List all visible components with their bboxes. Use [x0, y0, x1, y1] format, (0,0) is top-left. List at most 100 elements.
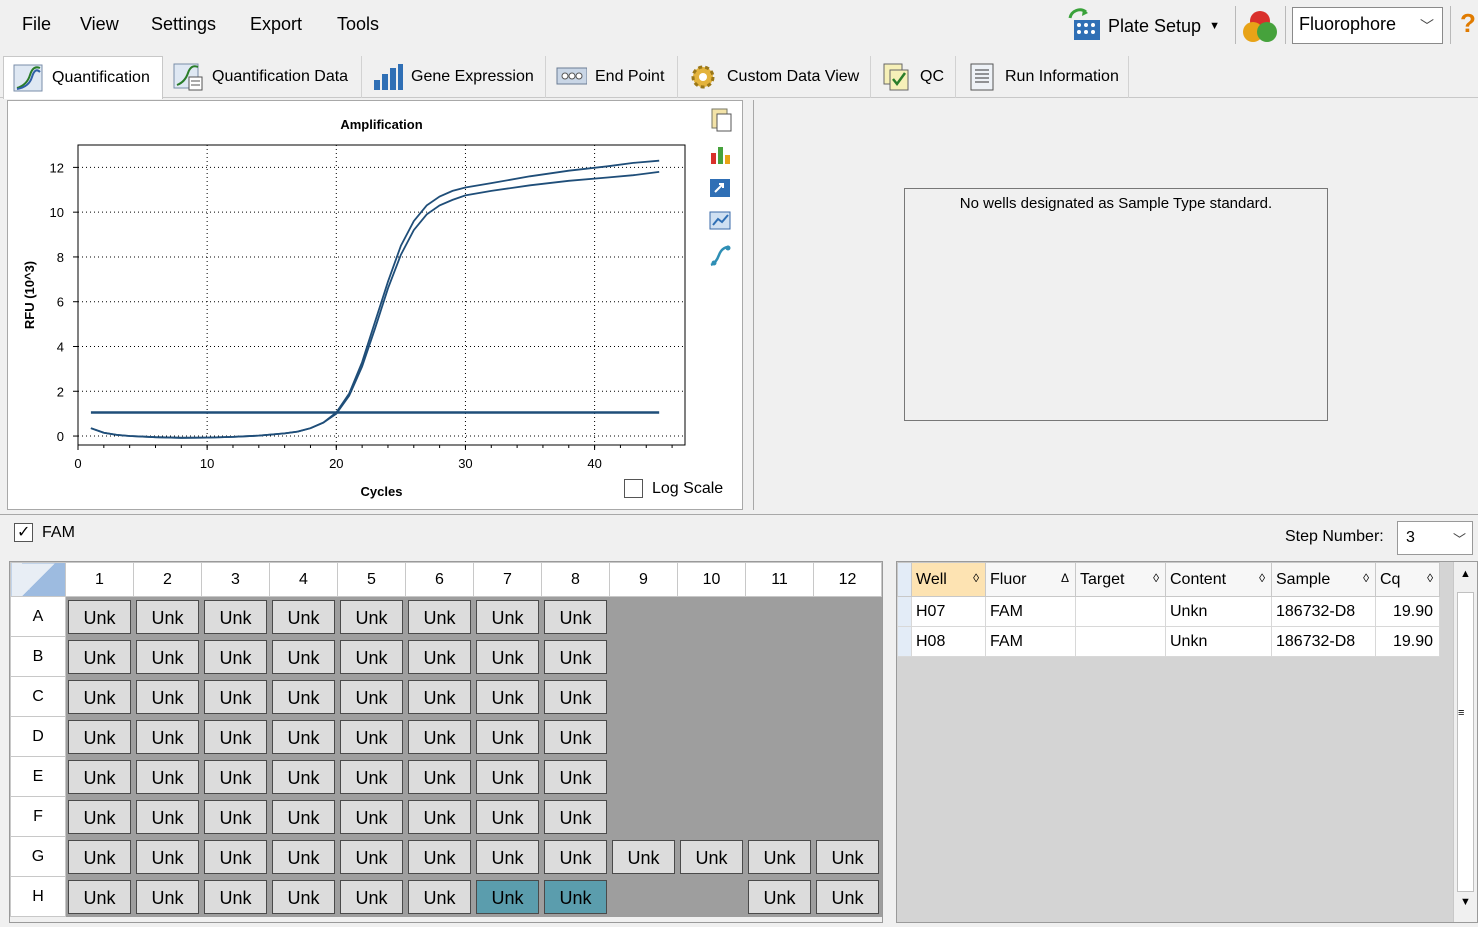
plate-select-all[interactable]: [10, 562, 66, 597]
tab-qc[interactable]: QC: [872, 56, 956, 98]
results-column-header[interactable]: Well ◊: [911, 562, 986, 597]
plate-well[interactable]: Unk: [473, 636, 542, 677]
plate-row-header[interactable]: A: [10, 596, 66, 637]
empty-well[interactable]: [745, 716, 814, 757]
plate-well[interactable]: Unk: [65, 796, 134, 837]
plate-well[interactable]: Unk: [405, 676, 474, 717]
plate-well[interactable]: Unk: [201, 676, 270, 717]
plate-row-header[interactable]: F: [10, 796, 66, 837]
vertical-scrollbar[interactable]: ▲ ≡ ▼: [1453, 562, 1477, 922]
tab-run-information[interactable]: Run Information: [957, 56, 1129, 98]
plate-well[interactable]: Unk: [541, 716, 610, 757]
plate-well[interactable]: Unk: [541, 676, 610, 717]
tab-end-point[interactable]: End Point: [547, 56, 678, 98]
empty-well[interactable]: [813, 676, 882, 717]
plate-well[interactable]: Unk: [201, 756, 270, 797]
plate-well[interactable]: Unk: [405, 716, 474, 757]
plate-well[interactable]: Unk: [269, 636, 338, 677]
plate-well[interactable]: Unk: [65, 756, 134, 797]
empty-well[interactable]: [677, 796, 746, 837]
chart-settings-icon[interactable]: [708, 141, 734, 167]
plate-well[interactable]: Unk: [677, 836, 746, 877]
plate-well[interactable]: Unk: [745, 836, 814, 877]
selected-well[interactable]: Unk: [473, 876, 542, 917]
plate-well[interactable]: Unk: [269, 876, 338, 917]
fam-check-box[interactable]: [14, 522, 33, 542]
empty-well[interactable]: [745, 596, 814, 637]
log-scale-box[interactable]: [624, 479, 643, 498]
zoom-icon[interactable]: [708, 209, 734, 235]
plate-column-header[interactable]: 8: [541, 562, 610, 597]
cell-sample[interactable]: 186732-D8: [1271, 596, 1376, 627]
plate-well[interactable]: Unk: [813, 876, 882, 917]
table-row[interactable]: H07 FAM Unkn 186732-D8 19.90: [897, 596, 1440, 627]
plate-row-header[interactable]: B: [10, 636, 66, 677]
plate-well[interactable]: Unk: [65, 716, 134, 757]
menu-tools[interactable]: Tools: [337, 14, 379, 35]
empty-well[interactable]: [677, 876, 746, 917]
plate-column-header[interactable]: 6: [405, 562, 474, 597]
empty-well[interactable]: [813, 716, 882, 757]
cell-target[interactable]: [1075, 626, 1166, 657]
plate-well[interactable]: Unk: [269, 756, 338, 797]
selected-well[interactable]: Unk: [541, 876, 610, 917]
plate-well[interactable]: Unk: [269, 796, 338, 837]
empty-well[interactable]: [745, 636, 814, 677]
tab-gene-expression[interactable]: Gene Expression: [363, 56, 546, 98]
empty-well[interactable]: [813, 796, 882, 837]
plate-well[interactable]: Unk: [337, 676, 406, 717]
empty-well[interactable]: [677, 756, 746, 797]
plate-well[interactable]: Unk: [65, 836, 134, 877]
plate-well[interactable]: Unk: [405, 796, 474, 837]
plate-well[interactable]: Unk: [201, 876, 270, 917]
plate-well[interactable]: Unk: [269, 716, 338, 757]
plate-row-header[interactable]: H: [10, 876, 66, 917]
cell-cq[interactable]: 19.90: [1375, 626, 1440, 657]
plate-well[interactable]: Unk: [269, 676, 338, 717]
plate-well[interactable]: Unk: [133, 756, 202, 797]
fam-checkbox[interactable]: FAM: [14, 522, 75, 542]
empty-well[interactable]: [745, 796, 814, 837]
empty-well[interactable]: [745, 756, 814, 797]
plate-well[interactable]: Unk: [405, 756, 474, 797]
dye-color-icon[interactable]: [1241, 8, 1279, 44]
results-column-header[interactable]: Sample ◊: [1271, 562, 1376, 597]
tab-quantification[interactable]: Quantification: [3, 56, 163, 99]
plate-well[interactable]: Unk: [405, 836, 474, 877]
menu-export[interactable]: Export: [250, 14, 302, 35]
amplification-chart[interactable]: 0 10 20 30 40 0 2 4 6 8 10 12 Amplification Cycles RFU…: [8, 101, 742, 509]
menu-settings[interactable]: Settings: [151, 14, 216, 35]
plate-well[interactable]: Unk: [65, 876, 134, 917]
plate-well[interactable]: Unk: [473, 676, 542, 717]
plate-well[interactable]: Unk: [133, 676, 202, 717]
plate-well[interactable]: Unk: [269, 836, 338, 877]
cell-fluor[interactable]: FAM: [985, 596, 1076, 627]
results-column-header[interactable]: Fluor Δ: [985, 562, 1076, 597]
plate-column-header[interactable]: 9: [609, 562, 678, 597]
table-row[interactable]: H08 FAM Unkn 186732-D8 19.90: [897, 626, 1440, 657]
tab-custom-data-view[interactable]: Custom Data View: [679, 56, 871, 98]
plate-well[interactable]: Unk: [745, 876, 814, 917]
cell-well[interactable]: H07: [911, 596, 986, 627]
plate-well[interactable]: Unk: [541, 596, 610, 637]
plate-well[interactable]: Unk: [813, 836, 882, 877]
scroll-up-icon[interactable]: ▲: [1457, 568, 1474, 588]
plate-well[interactable]: Unk: [133, 876, 202, 917]
step-number-select[interactable]: 3 ﹀: [1397, 521, 1473, 555]
plate-well[interactable]: Unk: [609, 836, 678, 877]
scroll-thumb[interactable]: [1457, 592, 1474, 892]
empty-well[interactable]: [609, 676, 678, 717]
menu-view[interactable]: View: [80, 14, 119, 35]
log-scale-checkbox[interactable]: Log Scale: [624, 479, 723, 498]
plate-column-header[interactable]: 3: [201, 562, 270, 597]
plate-row-header[interactable]: G: [10, 836, 66, 877]
empty-well[interactable]: [745, 676, 814, 717]
empty-well[interactable]: [677, 676, 746, 717]
cell-cq[interactable]: 19.90: [1375, 596, 1440, 627]
cell-sample[interactable]: 186732-D8: [1271, 626, 1376, 657]
plate-well[interactable]: Unk: [201, 716, 270, 757]
plate-well[interactable]: Unk: [541, 836, 610, 877]
plate-well[interactable]: Unk: [541, 756, 610, 797]
curve-icon[interactable]: [708, 243, 734, 269]
results-column-header[interactable]: Content ◊: [1165, 562, 1272, 597]
